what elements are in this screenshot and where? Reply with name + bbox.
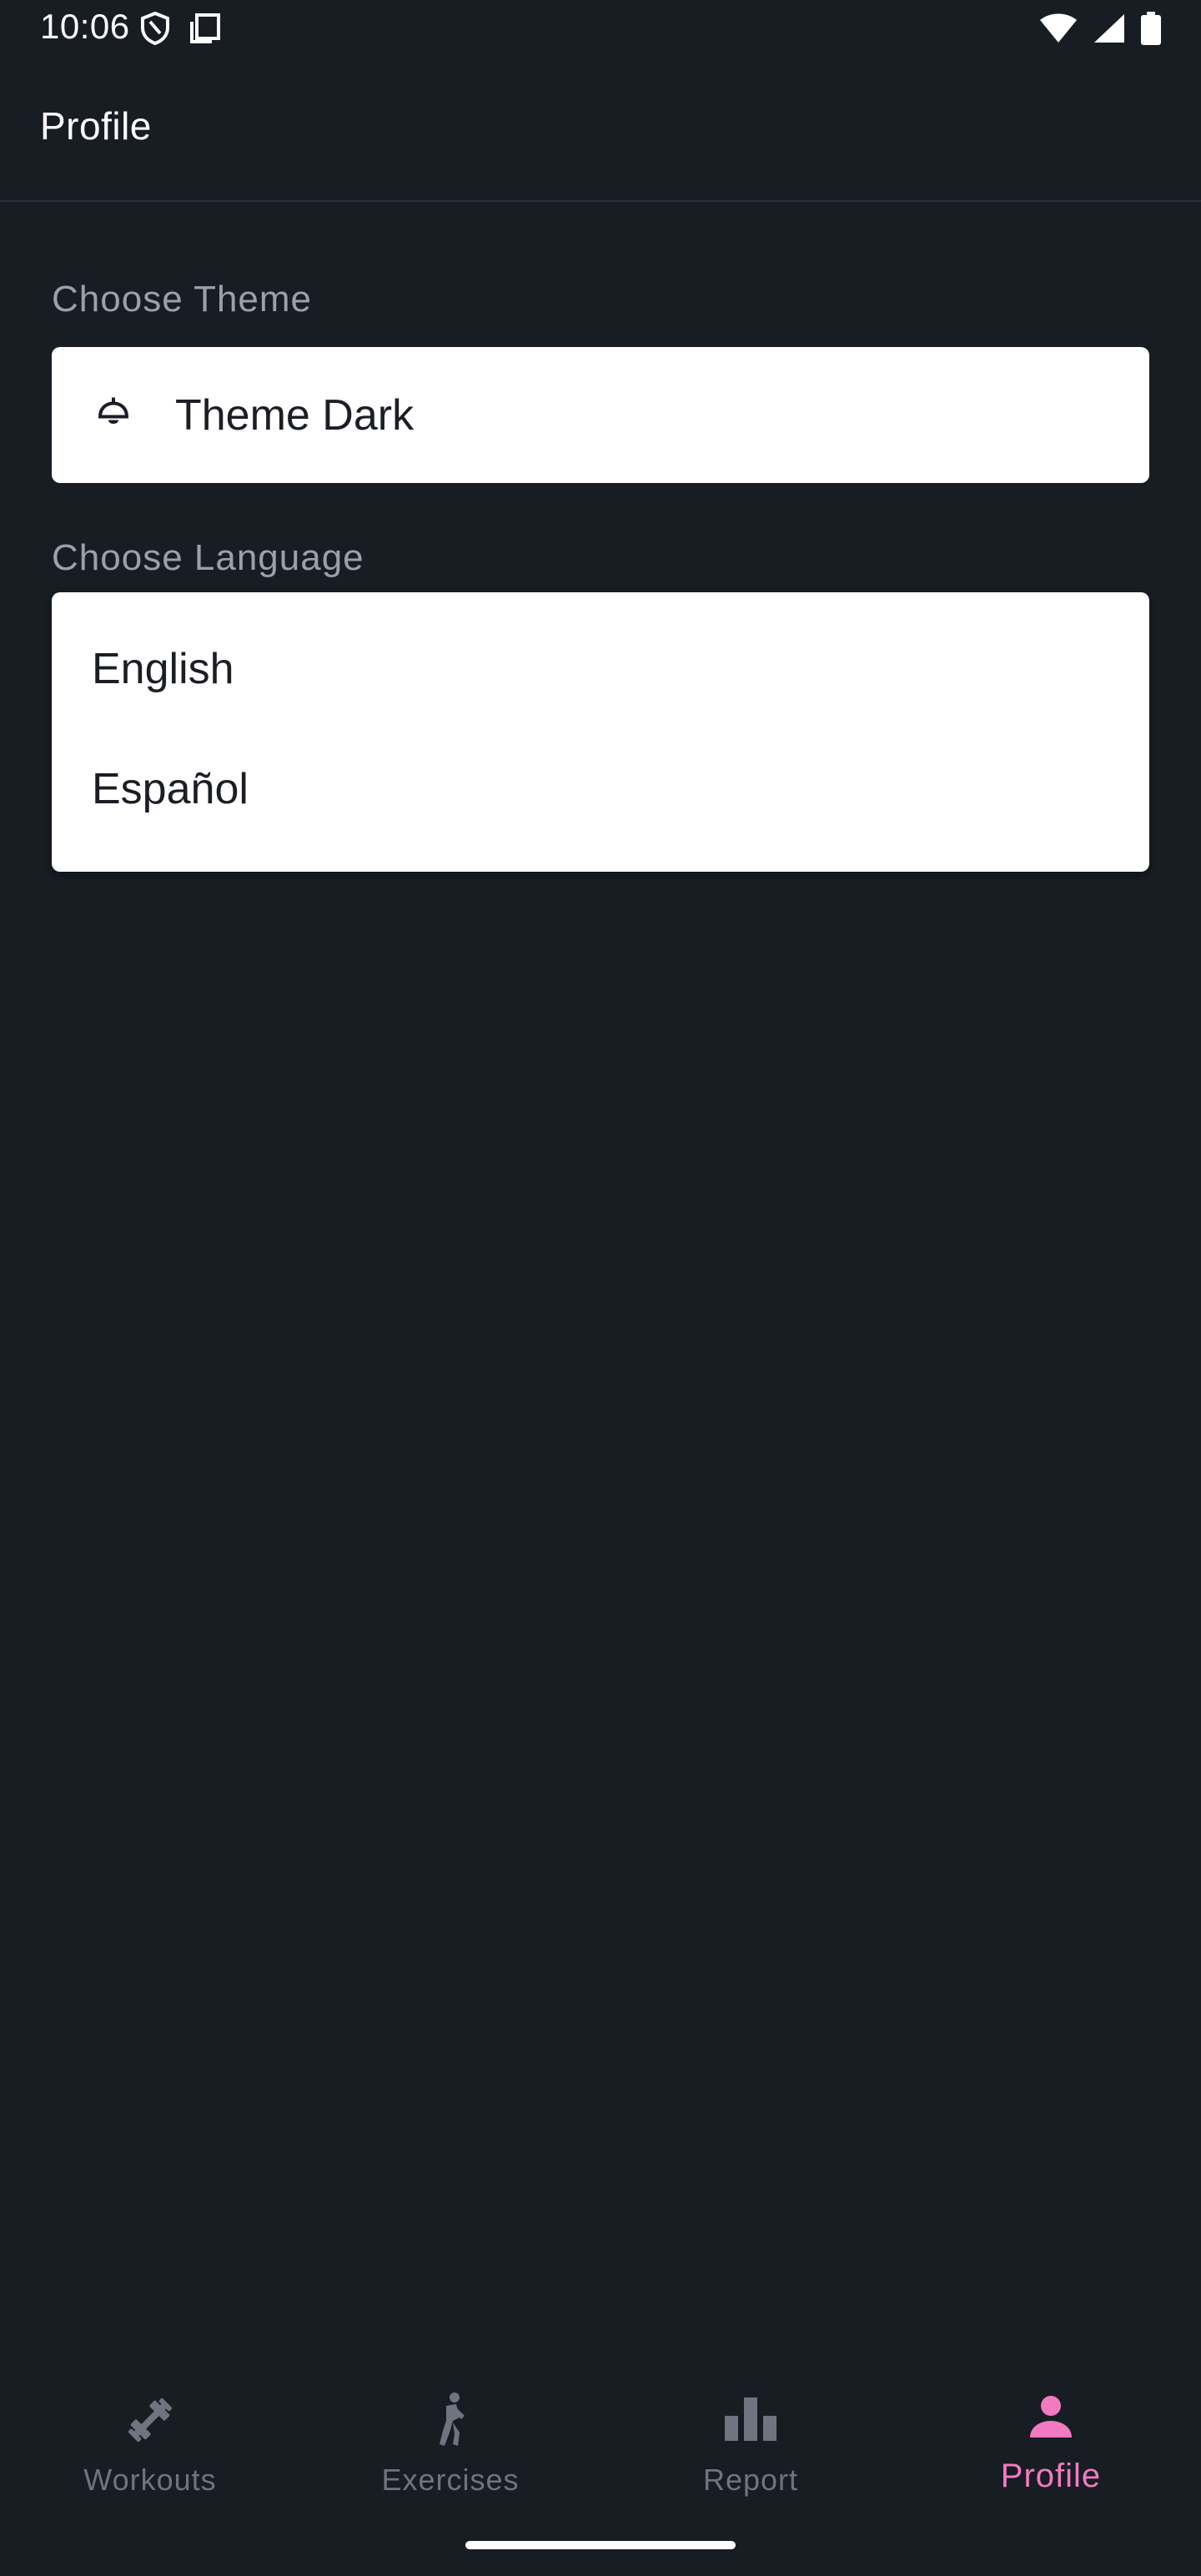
app-bar: Profile: [0, 60, 1201, 202]
exercise-figure-icon: [421, 2391, 480, 2453]
wifi-icon: [1039, 13, 1078, 44]
theme-selected-value: Theme Dark: [175, 390, 415, 440]
theme-select[interactable]: Theme Dark: [52, 347, 1149, 483]
nav-label-profile: Profile: [1000, 2458, 1102, 2494]
nav-label-exercises: Exercises: [381, 2463, 520, 2497]
nav-item-profile[interactable]: Profile: [901, 2369, 1201, 2536]
language-option-espanol[interactable]: Español: [92, 764, 249, 814]
bar-chart-icon: [721, 2391, 780, 2453]
clipboard-icon: [188, 12, 222, 45]
shield-icon: [140, 12, 170, 45]
cell-signal-icon: [1093, 13, 1126, 44]
nav-item-exercises[interactable]: Exercises: [300, 2369, 600, 2536]
battery-icon: [1141, 12, 1161, 45]
dumbbell-icon: [121, 2391, 179, 2453]
status-time: 10:06: [40, 7, 130, 46]
theme-section-label: Choose Theme: [52, 279, 313, 319]
person-icon: [1022, 2391, 1080, 2453]
nav-item-report[interactable]: Report: [600, 2369, 901, 2536]
lamp-icon: [95, 395, 132, 435]
status-right-icons: [1039, 12, 1161, 45]
nav-label-report: Report: [702, 2463, 799, 2497]
language-section-label: Choose Language: [52, 537, 364, 578]
home-indicator[interactable]: [465, 2541, 736, 2549]
language-option-english[interactable]: English: [92, 644, 234, 694]
bottom-nav: Workouts Exercises Report Profile: [0, 2369, 1201, 2536]
language-dropdown-menu: English Español: [52, 592, 1149, 872]
nav-label-workouts: Workouts: [83, 2463, 217, 2497]
page-title: Profile: [40, 104, 152, 148]
status-bar: 10:06: [0, 0, 1201, 60]
status-left-icons: [140, 12, 222, 45]
nav-item-workouts[interactable]: Workouts: [0, 2369, 300, 2536]
